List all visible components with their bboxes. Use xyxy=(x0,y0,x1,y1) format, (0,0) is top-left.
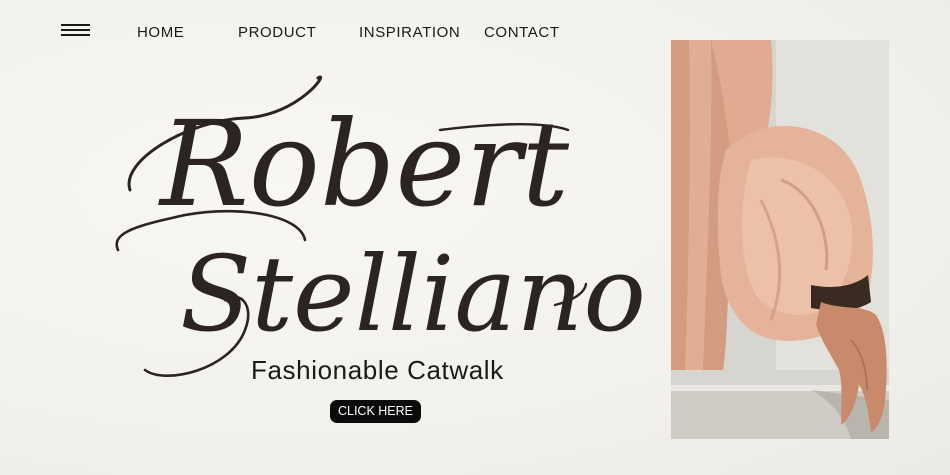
fashion-photo xyxy=(671,40,889,439)
title-line2: Stelliano xyxy=(180,233,646,355)
title-line1: Robert xyxy=(158,95,570,233)
click-here-button[interactable]: CLICK HERE xyxy=(330,400,421,423)
tagline: Fashionable Catwalk xyxy=(251,355,504,385)
